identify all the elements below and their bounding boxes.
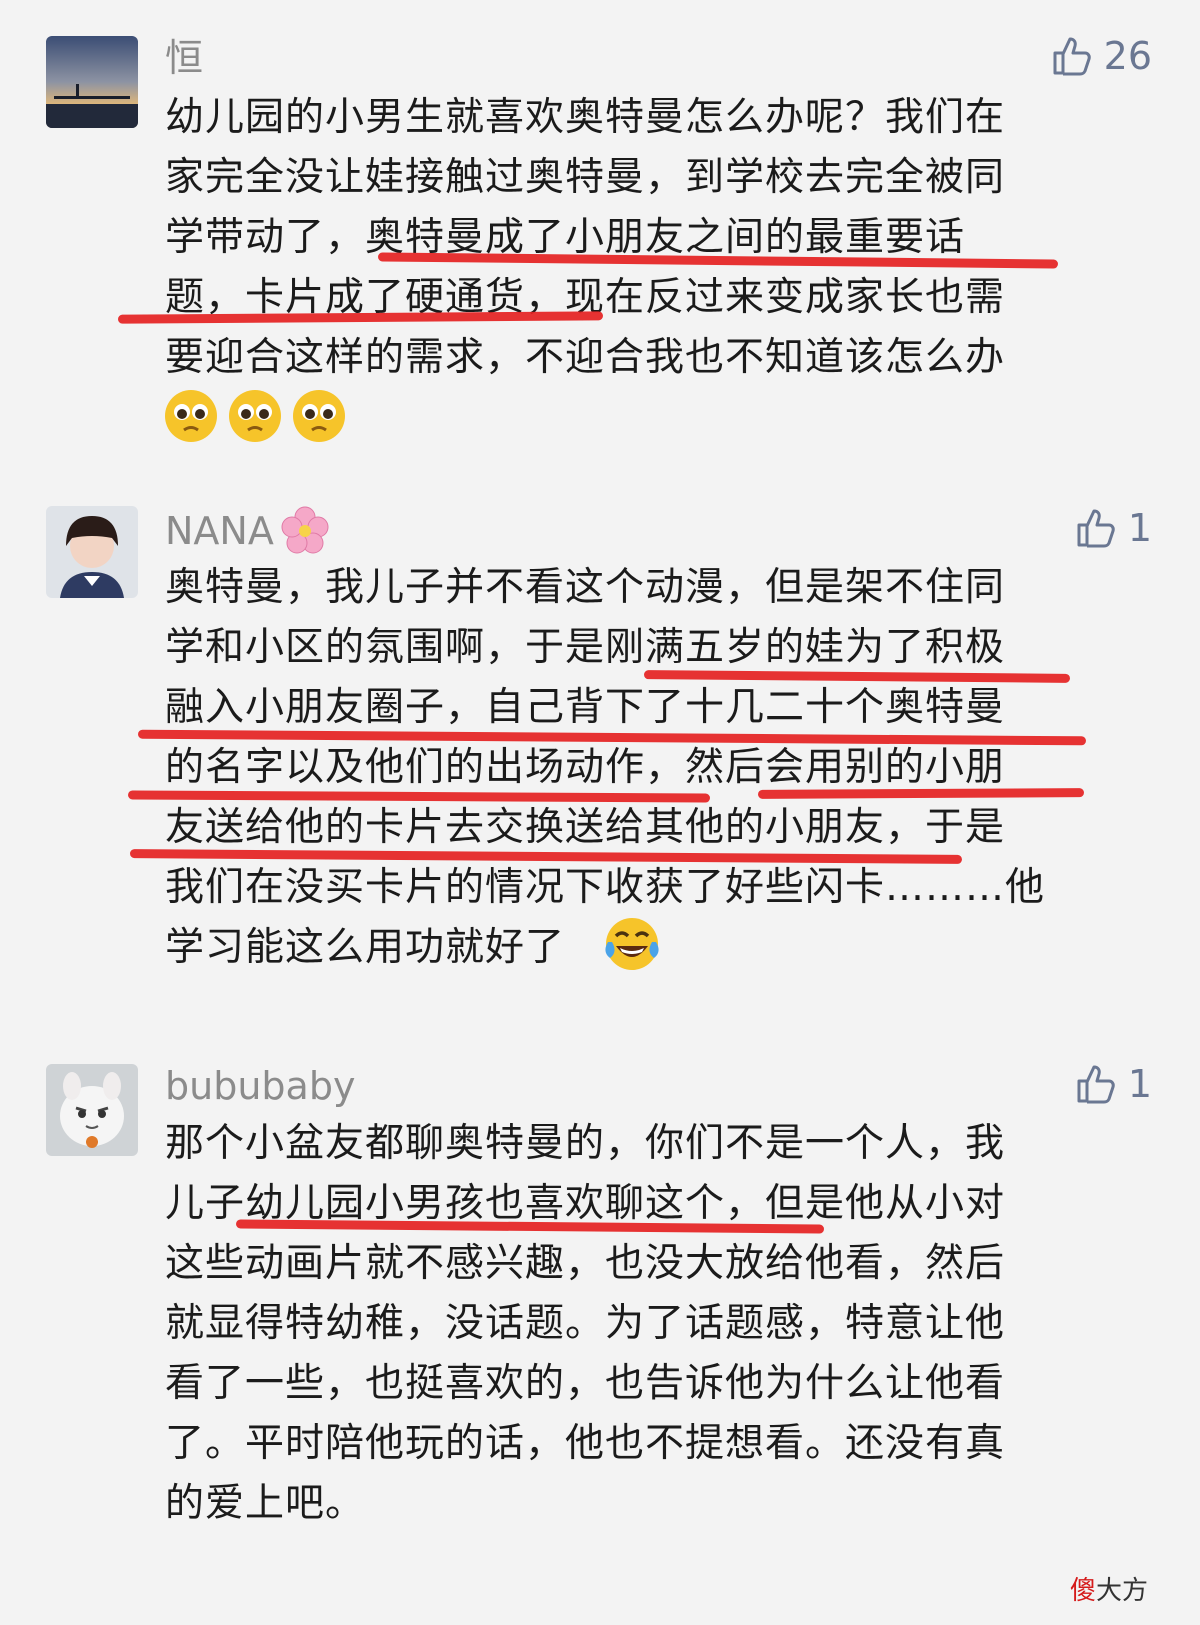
watermark-text: 大方 xyxy=(1095,1576,1148,1606)
tears-of-joy-icon xyxy=(605,918,659,970)
username[interactable]: NANA xyxy=(165,506,330,556)
like-count: 26 xyxy=(1103,34,1152,78)
avatar[interactable] xyxy=(46,506,138,598)
cherry-blossom-icon xyxy=(281,506,329,554)
pleading-face-icon xyxy=(229,390,281,442)
watermark-mark: 傻 xyxy=(1069,1576,1096,1606)
avatar[interactable] xyxy=(46,36,138,128)
pleading-face-icon xyxy=(165,390,217,442)
watermark: 傻大方 xyxy=(1070,1570,1148,1607)
like-button[interactable]: 1 xyxy=(1076,506,1152,550)
username-text: NANA xyxy=(165,509,274,553)
like-count: 1 xyxy=(1127,506,1152,550)
like-count: 1 xyxy=(1127,1062,1152,1106)
thumbs-up-icon xyxy=(1077,509,1115,548)
thumbs-up-icon xyxy=(1053,37,1091,76)
comment-text: 幼儿园的小男生就喜欢奥特曼怎么办呢？我们在 家完全没让娃接触过奥特曼，到学校去完… xyxy=(165,95,1006,380)
pleading-face-icon xyxy=(293,390,345,442)
username[interactable]: 恒 xyxy=(165,36,203,80)
comment-text: 那个小盆友都聊奥特曼的，你们不是一个人，我 儿子幼儿园小男孩也喜欢聊这个，但是他… xyxy=(165,1121,1006,1526)
highlight-underline xyxy=(757,788,1085,799)
like-button[interactable]: 1 xyxy=(1076,1062,1152,1106)
avatar[interactable] xyxy=(46,1064,138,1156)
thumbs-up-icon xyxy=(1077,1065,1115,1104)
username[interactable]: bububaby xyxy=(165,1064,355,1108)
like-button[interactable]: 26 xyxy=(1052,34,1152,78)
